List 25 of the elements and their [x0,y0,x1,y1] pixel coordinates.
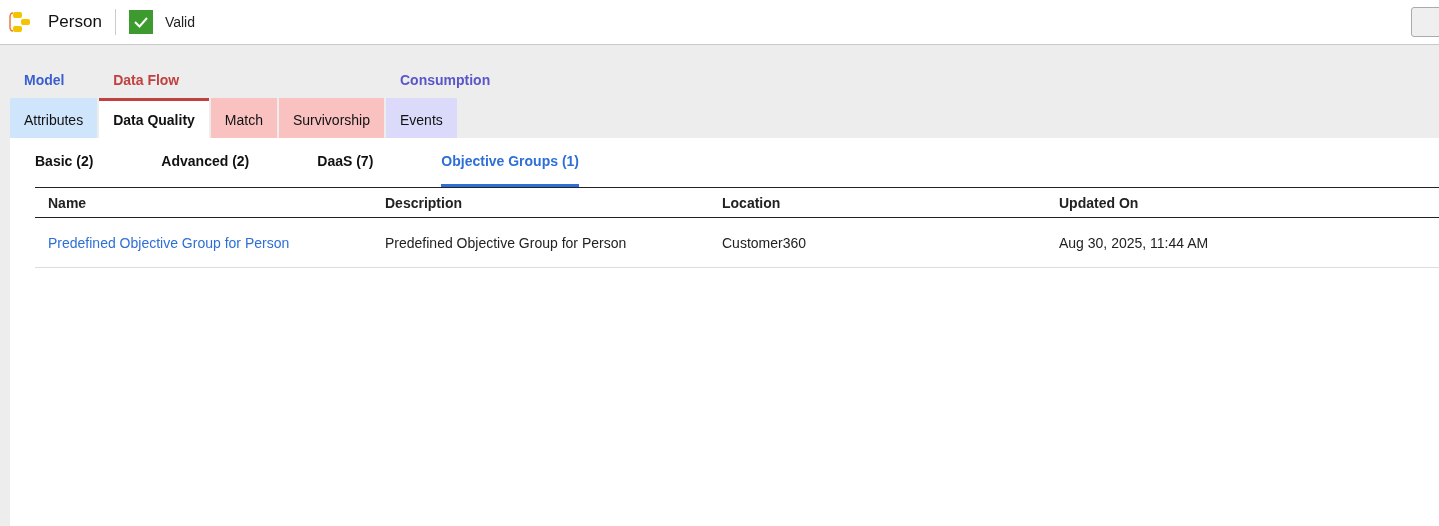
table-cell-text: Aug 30, 2025, 11:44 AM [1058,234,1210,251]
tab[interactable]: Events [386,98,457,138]
tab-group-label: Model [23,72,66,90]
tab[interactable]: Match [210,98,277,138]
check-icon [128,10,153,34]
column-header: Updated On [1058,194,1140,211]
status-label: Valid [164,14,195,30]
tab[interactable]: Attributes [10,98,98,138]
tab[interactable]: Survivorship [278,98,384,138]
column-header: Location [721,194,782,211]
logo-icon [8,10,32,34]
tab-group-label: Data Flow [112,72,181,90]
tab[interactable]: Data Quality [99,98,209,138]
header-button[interactable] [1411,7,1439,37]
sub-tab[interactable]: Advanced (2) [161,138,250,187]
sub-tab[interactable]: DaaS (7) [317,138,374,187]
page-title: Person [48,12,102,32]
column-header: Description [384,194,463,211]
table-cell-text: Predefined Objective Group for Person [384,234,628,251]
tab-group-label: Consumption [399,72,491,90]
name-link[interactable]: Predefined Objective Group for Person [35,234,372,251]
column-header: Name [47,194,88,211]
table-cell-text: Customer360 [721,234,808,251]
sub-tab[interactable]: Basic (2) [35,138,94,187]
sub-tab[interactable]: Objective Groups (1) [441,138,579,187]
